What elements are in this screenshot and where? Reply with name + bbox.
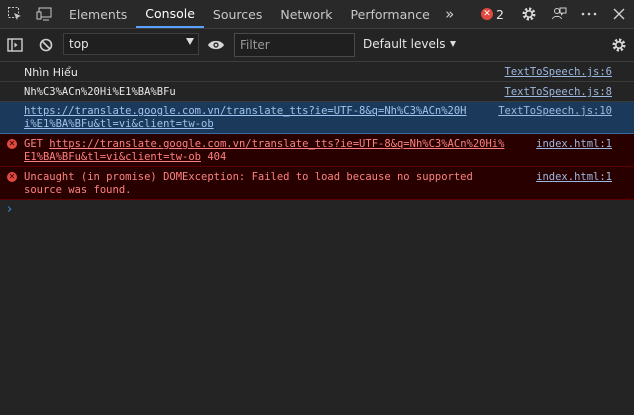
dropdown-arrow-icon	[186, 38, 194, 45]
log-source-link[interactable]: TextToSpeech.js:8	[505, 86, 612, 99]
log-source-link[interactable]: TextToSpeech.js:10	[498, 105, 612, 118]
log-source-link[interactable]: TextToSpeech.js:6	[505, 66, 612, 79]
error-count-badge[interactable]: ✕ 2	[481, 7, 504, 22]
device-toolbar-icon[interactable]	[30, 0, 60, 28]
console-log-row[interactable]: Nhìn Hiểu TextToSpeech.js:6	[0, 62, 634, 82]
error-method: GET	[24, 138, 50, 150]
error-message-line-2: source was found.	[24, 184, 132, 196]
console-settings-gear-icon[interactable]	[604, 31, 634, 59]
console-error-row[interactable]: ✕ GET https://translate.google.com.vn/tr…	[0, 134, 634, 167]
error-source-link[interactable]: index.html:1	[536, 138, 612, 151]
tab-sources[interactable]: Sources	[204, 0, 271, 28]
console-log-row-selected[interactable]: https://translate.google.com.vn/translat…	[0, 102, 634, 134]
log-url-line-1[interactable]: https://translate.google.com.vn/translat…	[24, 105, 467, 118]
tab-network[interactable]: Network	[271, 0, 341, 28]
console-messages: Nhìn Hiểu TextToSpeech.js:6 Nh%C3%ACn%20…	[0, 62, 634, 222]
log-levels-dropdown[interactable]: Default levels	[363, 37, 457, 51]
console-error-row[interactable]: ✕ Uncaught (in promise) DOMException: Fa…	[0, 167, 634, 200]
console-toolbar: top Default levels	[0, 29, 634, 62]
settings-gear-icon[interactable]	[514, 0, 544, 28]
more-tabs-chevron-icon[interactable]: »	[439, 0, 461, 28]
close-devtools-icon[interactable]	[604, 0, 634, 28]
error-status: 404	[201, 151, 227, 163]
filter-input[interactable]	[234, 33, 355, 57]
error-count: 2	[496, 6, 504, 22]
devtools-tabbar: Elements Console Sources Network Perform…	[0, 0, 634, 29]
error-url-line-2[interactable]: E1%BA%BFu&tl=vi&client=tw-ob	[24, 151, 201, 163]
live-expression-eye-icon[interactable]	[201, 31, 231, 59]
feedback-icon[interactable]	[544, 0, 574, 28]
clear-console-icon[interactable]	[31, 31, 61, 59]
error-url-line-1[interactable]: https://translate.google.com.vn/translat…	[49, 138, 504, 150]
log-levels-label: Default levels	[363, 37, 446, 51]
context-selector[interactable]: top	[63, 33, 199, 55]
context-selector-value: top	[69, 37, 89, 51]
error-icon: ✕	[7, 139, 17, 149]
log-message: Nhìn Hiểu	[24, 66, 78, 79]
dropdown-arrow-icon	[450, 41, 457, 47]
log-url-line-2[interactable]: i%E1%BA%BFu&tl=vi&client=tw-ob	[24, 118, 214, 131]
console-log-row[interactable]: Nh%C3%ACn%20Hi%E1%BA%BFu TextToSpeech.js…	[0, 82, 634, 102]
error-circle-icon: ✕	[481, 8, 494, 20]
tab-elements[interactable]: Elements	[60, 0, 136, 28]
tabbar-right-actions: ✕ 2	[481, 0, 634, 28]
more-options-icon[interactable]	[574, 0, 604, 28]
inspect-element-icon[interactable]	[0, 0, 30, 28]
show-sidebar-icon[interactable]	[0, 31, 30, 59]
prompt-chevron-icon: ›	[7, 202, 13, 217]
error-source-link[interactable]: index.html:1	[536, 171, 612, 184]
error-icon: ✕	[7, 172, 17, 182]
log-message: Nh%C3%ACn%20Hi%E1%BA%BFu	[24, 86, 176, 98]
error-message-line-1: Uncaught (in promise) DOMException: Fail…	[24, 171, 473, 183]
console-prompt-row[interactable]: ›	[0, 200, 634, 222]
tab-console[interactable]: Console	[136, 0, 204, 28]
tab-performance[interactable]: Performance	[342, 0, 439, 28]
